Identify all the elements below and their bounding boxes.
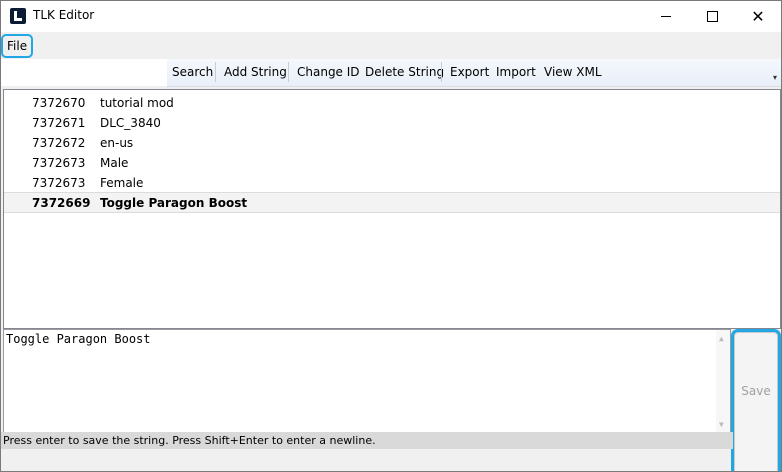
app-logo-icon bbox=[10, 8, 26, 24]
string-id: 7372673 bbox=[32, 176, 86, 190]
string-editor-textarea[interactable]: Toggle Paragon Boost ▲ ▼ bbox=[3, 329, 731, 434]
string-text: Toggle Paragon Boost bbox=[100, 196, 248, 210]
import-button[interactable]: Import bbox=[496, 65, 536, 79]
delete-string-button[interactable]: Delete String bbox=[365, 65, 444, 79]
title-bar[interactable]: TLK Editor ✕ bbox=[1, 1, 781, 32]
string-id: 7372669 bbox=[32, 196, 91, 210]
toolbar: Search Add String Change ID Delete Strin… bbox=[1, 59, 781, 87]
string-text: DLC_3840 bbox=[100, 116, 161, 130]
list-item-selected[interactable]: 7372669 Toggle Paragon Boost bbox=[4, 192, 780, 213]
close-icon: ✕ bbox=[751, 7, 765, 26]
change-id-button[interactable]: Change ID bbox=[297, 65, 360, 79]
editor-scrollbar[interactable]: ▲ ▼ bbox=[716, 330, 730, 433]
string-text: Female bbox=[100, 176, 144, 190]
menu-bar: File bbox=[1, 33, 781, 58]
save-button[interactable]: Save bbox=[731, 329, 781, 471]
view-xml-button[interactable]: View XML bbox=[544, 65, 602, 79]
editor-text: Toggle Paragon Boost bbox=[6, 332, 151, 346]
tlk-editor-window: TLK Editor ✕ File Search Add String Chan… bbox=[0, 0, 782, 472]
string-id: 7372672 bbox=[32, 136, 86, 150]
string-text: Male bbox=[100, 156, 129, 170]
maximize-button[interactable] bbox=[689, 1, 735, 32]
minimize-button[interactable] bbox=[643, 1, 689, 32]
status-bar: Press enter to save the string. Press Sh… bbox=[1, 432, 733, 449]
minimize-icon bbox=[661, 15, 671, 17]
menu-file[interactable]: File bbox=[1, 34, 34, 58]
close-button[interactable]: ✕ bbox=[735, 1, 781, 32]
toolbar-separator bbox=[215, 62, 216, 82]
toolbar-separator bbox=[288, 62, 289, 82]
toolbar-separator bbox=[441, 62, 442, 82]
list-item[interactable]: 7372673 Female bbox=[4, 173, 780, 192]
add-string-button[interactable]: Add String bbox=[224, 65, 287, 79]
list-item[interactable]: 7372671 DLC_3840 bbox=[4, 113, 780, 132]
list-item[interactable]: 7372672 en-us bbox=[4, 133, 780, 152]
scroll-up-icon[interactable]: ▲ bbox=[719, 334, 724, 343]
maximize-icon bbox=[706, 10, 718, 22]
toolbar-overflow-icon[interactable]: ▾ bbox=[773, 73, 777, 82]
scroll-down-icon[interactable]: ▼ bbox=[719, 420, 724, 429]
search-button[interactable]: Search bbox=[172, 65, 213, 79]
list-item[interactable]: 7372673 Male bbox=[4, 153, 780, 172]
list-item[interactable]: 7372670 tutorial mod bbox=[4, 93, 780, 112]
string-text: en-us bbox=[100, 136, 134, 150]
export-button[interactable]: Export bbox=[450, 65, 489, 79]
string-id: 7372673 bbox=[32, 156, 86, 170]
string-text: tutorial mod bbox=[100, 96, 174, 110]
string-id: 7372671 bbox=[32, 116, 86, 130]
string-list[interactable]: 7372670 tutorial mod 7372671 DLC_3840 73… bbox=[3, 89, 781, 329]
toolbar-strip: Search Add String Change ID Delete Strin… bbox=[167, 59, 781, 87]
string-id: 7372670 bbox=[32, 96, 86, 110]
window-title: TLK Editor bbox=[33, 8, 95, 22]
